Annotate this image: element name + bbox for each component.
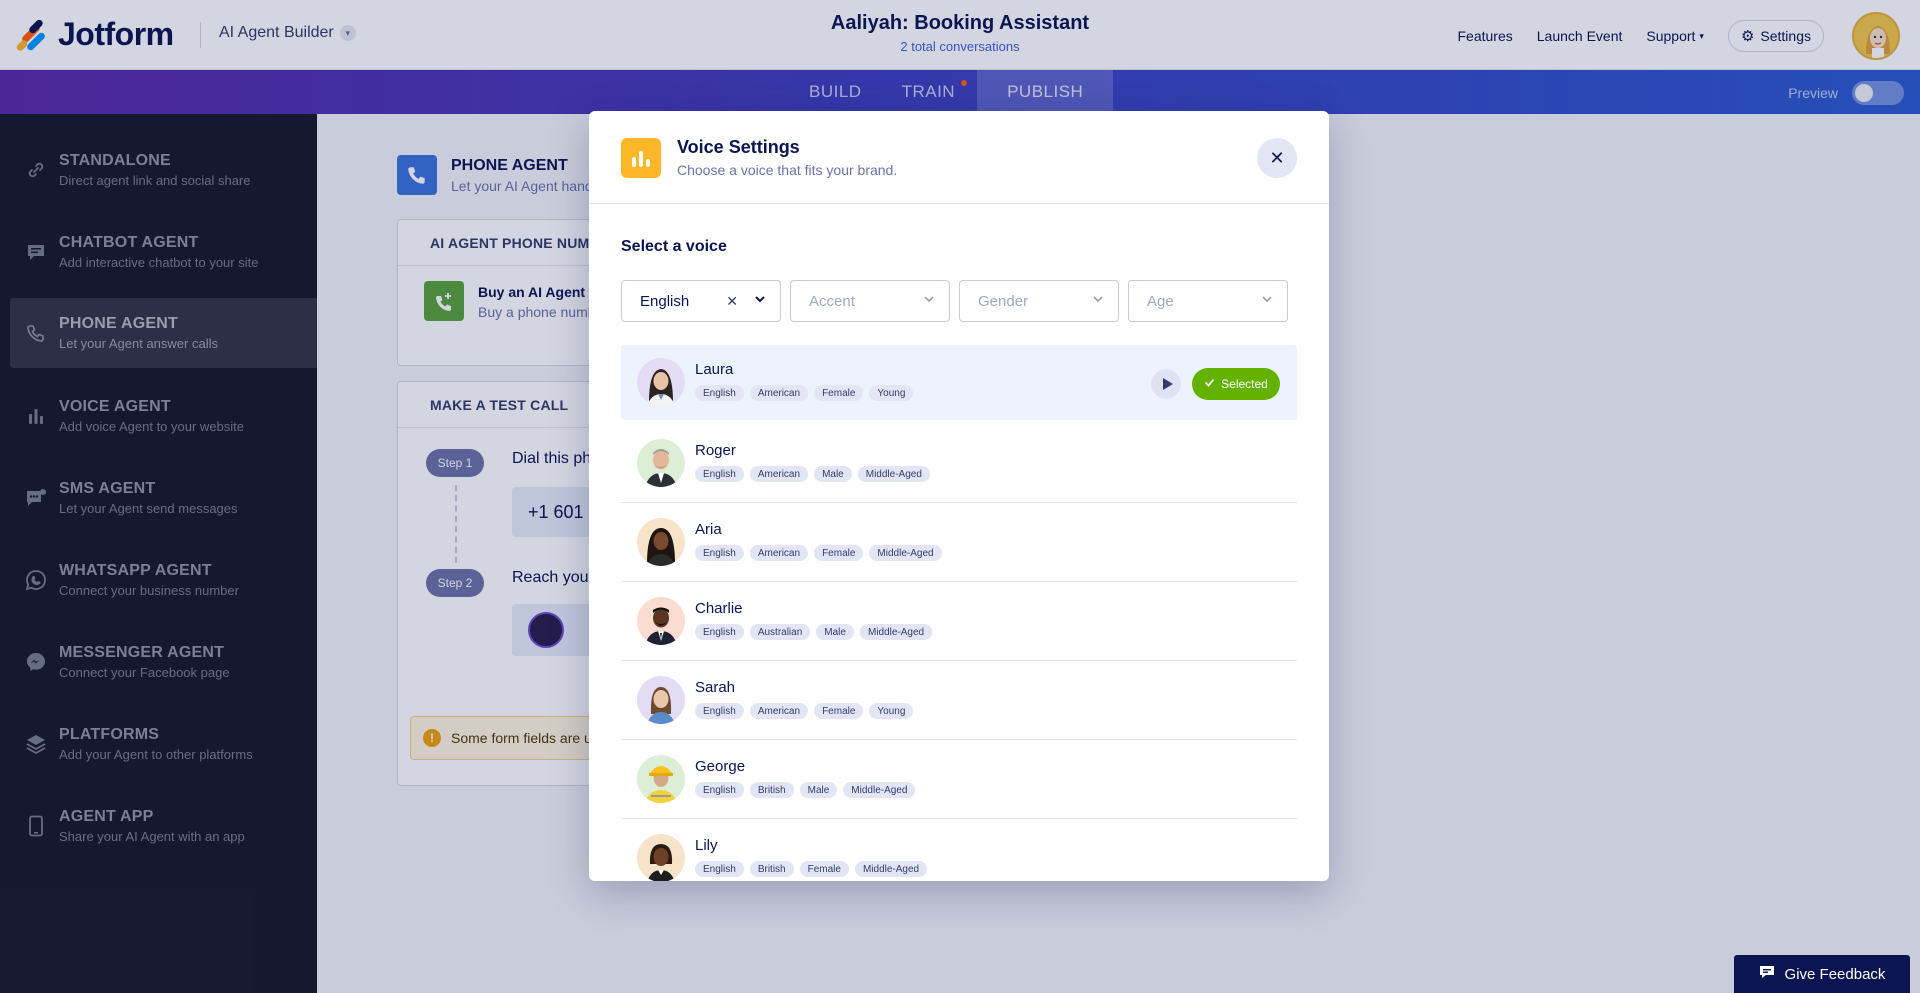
voice-tag: English [695,466,744,482]
clear-icon[interactable]: ✕ [726,293,738,310]
accent-filter[interactable]: Accent [790,280,950,322]
voice-name: Laura [695,361,734,378]
voice-avatar [637,358,685,406]
chevron-down-icon [1092,293,1104,308]
gender-placeholder: Gender [978,292,1029,310]
feedback-label: Give Feedback [1784,965,1886,983]
voice-tag: British [749,782,794,798]
voice-tag: Male [814,466,852,482]
language-filter[interactable]: English ✕ [621,280,781,322]
voice-tag: English [695,703,744,719]
voice-tags: English American Female Young [695,703,914,719]
voice-row-aria[interactable]: Aria English American Female Middle-Aged [621,503,1297,582]
voice-row-laura[interactable]: Laura English American Female Young Sele… [621,345,1297,420]
give-feedback-button[interactable]: Give Feedback [1734,955,1910,993]
selected-button[interactable]: Selected [1192,368,1280,400]
voice-row-sarah[interactable]: Sarah English American Female Young [621,661,1297,740]
voice-tag: Female [799,861,849,877]
voice-tag: American [749,385,809,401]
voice-tag: Young [869,703,914,719]
modal-title: Voice Settings [677,137,800,157]
voice-avatar [637,834,685,881]
voice-tags: English British Male Middle-Aged [695,782,916,798]
accent-placeholder: Accent [809,292,855,310]
voice-bars-icon [621,138,661,178]
play-sample-button[interactable] [1151,369,1181,399]
voice-tag: English [695,782,744,798]
modal-subtitle: Choose a voice that fits your brand. [677,162,898,178]
select-voice-label: Select a voice [621,238,727,255]
voice-tag: Australian [749,624,811,640]
age-filter[interactable]: Age [1128,280,1288,322]
voice-tag: Middle-Aged [857,466,930,482]
language-value: English [640,292,690,310]
voice-tags: English American Female Middle-Aged [695,545,942,561]
voice-row-charlie[interactable]: Charlie English Australian Male Middle-A… [621,582,1297,661]
modal-header: Voice Settings Choose a voice that fits … [589,111,1329,204]
close-icon: ✕ [1269,147,1285,168]
voice-tag: Female [814,385,864,401]
selected-label: Selected [1221,377,1268,391]
voice-avatar [637,439,685,487]
close-button[interactable]: ✕ [1257,138,1297,178]
chevron-down-icon [923,293,935,308]
voice-tag: English [695,385,744,401]
voice-tag: Middle-Aged [854,861,928,877]
voice-tag: Male [799,782,838,798]
voice-list: Laura English American Female Young Sele… [621,345,1297,881]
chevron-down-icon [754,293,766,308]
voice-tags: English Australian Male Middle-Aged [695,624,933,640]
voice-tag: American [749,545,809,561]
voice-tag: British [749,861,794,877]
voice-filters: English ✕ Accent Gender Age [621,280,1288,322]
voice-tag: Female [814,703,864,719]
sidebar-shade [0,114,317,993]
voice-name: George [695,758,746,775]
voice-row-george[interactable]: George English British Male Middle-Aged [621,740,1297,819]
voice-avatar [637,676,685,724]
voice-settings-modal: Voice Settings Choose a voice that fits … [589,111,1329,881]
voice-avatar [637,597,685,645]
chevron-down-icon [1261,293,1273,308]
voice-avatar [637,755,685,803]
voice-tags: English American Male Middle-Aged [695,466,930,482]
age-placeholder: Age [1147,292,1174,310]
voice-tag: Young [869,385,914,401]
voice-name: Roger [695,442,736,459]
voice-avatar [637,518,685,566]
voice-row-lily[interactable]: Lily English British Female Middle-Aged [621,819,1297,881]
voice-row-roger[interactable]: Roger English American Male Middle-Aged [621,424,1297,503]
voice-tag: Female [814,545,864,561]
voice-name: Aria [695,521,722,538]
feedback-icon [1759,964,1775,984]
check-icon [1204,377,1215,391]
voice-name: Sarah [695,679,736,696]
voice-tag: Male [816,624,854,640]
voice-name: Lily [695,837,718,854]
voice-tags: English American Female Young [695,385,914,401]
gender-filter[interactable]: Gender [959,280,1119,322]
voice-tag: American [749,703,809,719]
voice-tag: Middle-Aged [869,545,942,561]
voice-tag: American [749,466,809,482]
voice-name: Charlie [695,600,743,617]
voice-tag: English [695,861,744,877]
voice-tag: English [695,624,744,640]
voice-tag: Middle-Aged [843,782,916,798]
voice-tag: Middle-Aged [859,624,933,640]
voice-tag: English [695,545,744,561]
voice-tags: English British Female Middle-Aged [695,861,928,877]
